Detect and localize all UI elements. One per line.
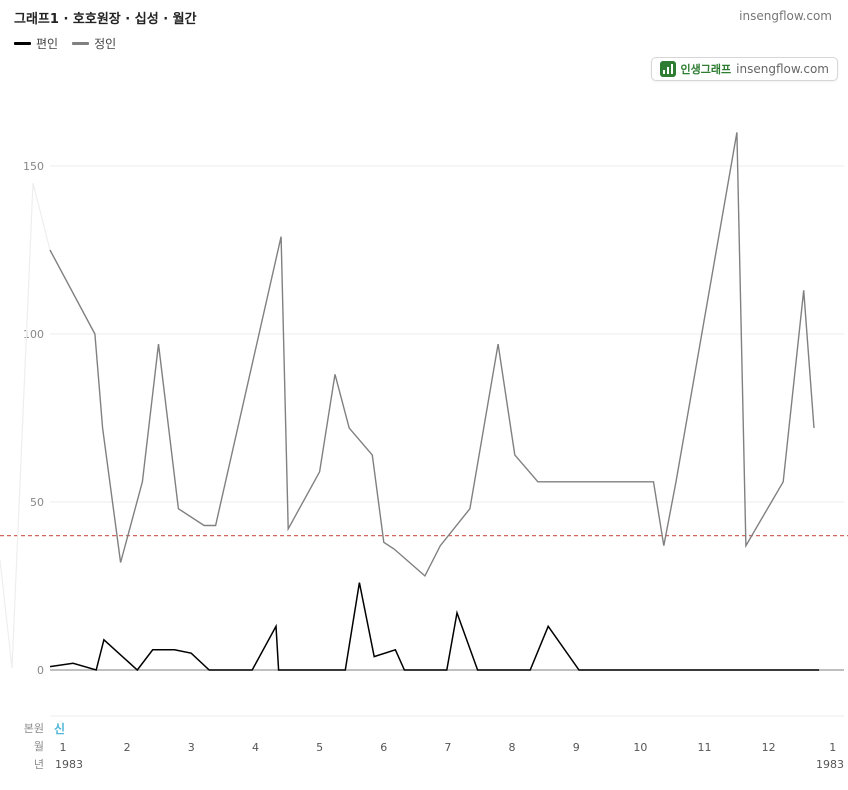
month-tick-label: 7 (444, 741, 451, 754)
month-tick-label: 10 (633, 741, 647, 754)
grid-lines (0, 165, 848, 671)
month-tick-label: 11 (698, 741, 712, 754)
month-tick-label: 8 (509, 741, 516, 754)
month-tick-label: 2 (124, 741, 131, 754)
series-line-jeongin (49, 132, 815, 578)
y-tick-label: 50 (30, 496, 44, 509)
bonwon-value: 신 (54, 721, 65, 736)
month-tick-label: 5 (316, 741, 323, 754)
month-tick-label: 3 (188, 741, 195, 754)
series-line-pyeonin (49, 582, 820, 672)
y-tick-label: 150 (23, 160, 44, 173)
month-tick-label: 12 (762, 741, 776, 754)
y-axis: 050100150 (23, 160, 44, 677)
series-fragment-faint (0, 182, 51, 669)
row-label-month: 월 (34, 740, 44, 753)
year-label-end: 1983 (816, 758, 844, 771)
month-tick-label: 6 (380, 741, 387, 754)
month-tick-label: 1 (829, 741, 836, 754)
y-tick-label: 0 (37, 664, 44, 677)
month-tick-label: 9 (573, 741, 580, 754)
month-tick-label: 1 (60, 741, 67, 754)
series-lines (0, 132, 820, 672)
row-label-bonwon: 본원 (24, 722, 44, 735)
month-tick-label: 4 (252, 741, 259, 754)
year-label-start: 1983 (55, 758, 83, 771)
x-axis-rows: 본원월년신1 2 3 4 5 6 7 8 9 10 11 12 11983 1983 (24, 715, 844, 771)
line-chart: 050100150 본원월년신1 2 3 4 5 6 7 8 9 10 11 12 11983 1983 (0, 132, 848, 771)
row-label-year: 년 (34, 758, 44, 771)
